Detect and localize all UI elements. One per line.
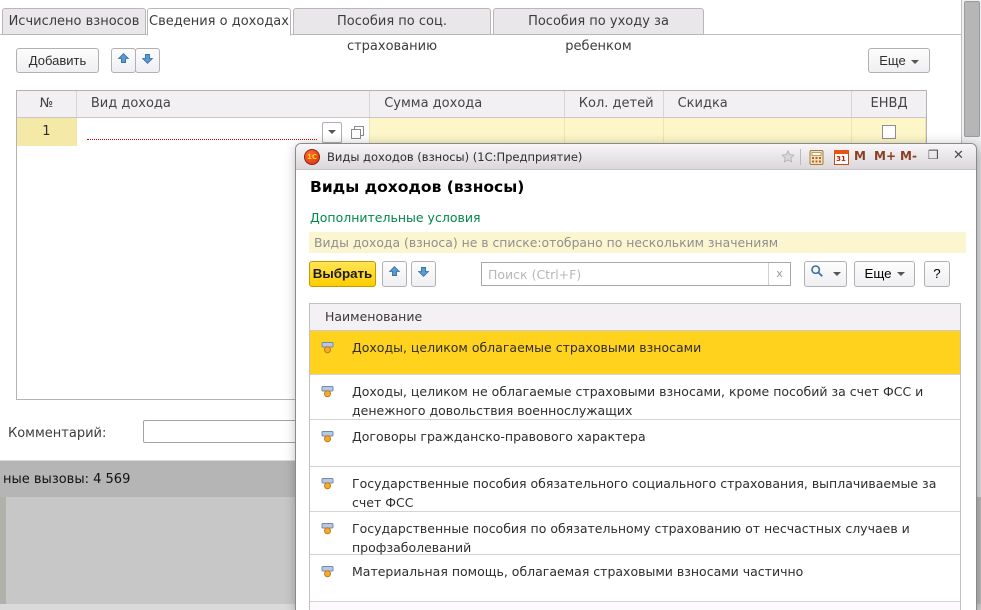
status-text: ные вызовы: 4 569 bbox=[3, 472, 130, 487]
income-table-header: № Вид дохода Сумма дохода Кол. детей Ски… bbox=[17, 91, 926, 118]
favorites-star-icon[interactable] bbox=[779, 148, 797, 166]
select-button[interactable]: Выбрать bbox=[309, 261, 376, 287]
chevron-down-icon bbox=[897, 272, 905, 276]
catalog-item-icon bbox=[321, 521, 337, 540]
memory-m-minus-button[interactable]: М- bbox=[900, 149, 917, 163]
list-item-partial bbox=[310, 602, 960, 610]
column-header-number: № bbox=[17, 91, 77, 117]
tab-ischisleno-vznosov[interactable]: Исчислено взносов bbox=[2, 8, 146, 35]
list-item-label: Доходы, целиком не облагаемые страховыми… bbox=[352, 384, 923, 418]
chevron-down-icon bbox=[328, 130, 336, 134]
income-types-list: Наименование Доходы, целиком облагаемые … bbox=[309, 303, 961, 610]
search-icon bbox=[810, 266, 828, 281]
add-button[interactable]: Добавить bbox=[16, 48, 99, 73]
move-down-button[interactable] bbox=[135, 48, 160, 73]
chevron-down-icon bbox=[911, 60, 919, 64]
envd-checkbox[interactable] bbox=[882, 125, 896, 139]
discount-cell[interactable] bbox=[664, 118, 853, 146]
list-item-label: Государственные пособия по обязательному… bbox=[352, 521, 910, 555]
list-item[interactable]: Государственные пособия обязательного со… bbox=[310, 467, 960, 512]
column-header-income-type: Вид дохода bbox=[77, 91, 370, 117]
search-options-button[interactable] bbox=[804, 261, 847, 287]
modal-more-button[interactable]: Еще bbox=[854, 261, 915, 287]
arrow-down-icon bbox=[417, 262, 430, 286]
list-item[interactable]: Договоры гражданско-правового характера bbox=[310, 420, 960, 467]
move-up-button[interactable] bbox=[111, 48, 136, 73]
open-form-icon bbox=[351, 126, 364, 139]
list-item[interactable]: Государственные пособия по обязательному… bbox=[310, 512, 960, 555]
modal-titlebar[interactable]: 1С Виды доходов (взносы) (1С:Предприятие… bbox=[296, 144, 976, 170]
tab-svedeniya-o-dokhodakh[interactable]: Сведения о доходах bbox=[147, 8, 291, 36]
modal-move-down-button[interactable] bbox=[411, 261, 436, 287]
search-input[interactable] bbox=[482, 263, 768, 285]
row-number-cell[interactable]: 1 bbox=[17, 118, 77, 146]
filter-info-bar: Виды дохода (взноса) не в списке:отобран… bbox=[309, 232, 966, 253]
arrow-down-icon bbox=[141, 49, 154, 72]
envd-cell[interactable] bbox=[852, 118, 926, 146]
list-item[interactable]: Материальная помощь, облагаемая страховы… bbox=[310, 555, 960, 602]
arrow-up-icon bbox=[388, 262, 401, 286]
modal-heading: Виды доходов (взносы) bbox=[310, 178, 524, 196]
income-sum-cell[interactable] bbox=[370, 118, 565, 146]
modal-more-label: Еще bbox=[864, 266, 891, 281]
calendar-day-label: 31 bbox=[834, 150, 849, 165]
1c-logo-icon: 1С bbox=[304, 149, 320, 165]
maximize-button[interactable]: ❒ bbox=[928, 148, 939, 162]
memory-m-button[interactable]: М bbox=[854, 149, 866, 163]
more-button[interactable]: Еще bbox=[868, 48, 930, 73]
catalog-item-icon bbox=[321, 384, 337, 403]
children-count-cell[interactable] bbox=[565, 118, 664, 146]
list-item-label: Договоры гражданско-правового характера bbox=[352, 429, 646, 444]
desktop-left-strip bbox=[0, 497, 6, 610]
list-item[interactable]: Доходы, целиком не облагаемые страховыми… bbox=[310, 375, 960, 420]
modal-title: Виды доходов (взносы) (1С:Предприятие) bbox=[327, 150, 582, 164]
list-item[interactable]: Доходы, целиком облагаемые страховыми вз… bbox=[310, 331, 960, 375]
list-item-label: Государственные пособия обязательного со… bbox=[352, 476, 936, 510]
close-button[interactable]: ✕ bbox=[953, 148, 964, 163]
column-header-envd: ЕНВД bbox=[852, 91, 926, 117]
catalog-item-icon bbox=[321, 340, 337, 359]
list-column-header: Наименование bbox=[310, 304, 960, 331]
column-header-income-sum: Сумма дохода bbox=[370, 91, 565, 117]
catalog-item-icon bbox=[321, 429, 337, 448]
column-header-discount: Скидка bbox=[664, 91, 853, 117]
arrow-up-icon bbox=[117, 49, 130, 72]
open-choice-button[interactable] bbox=[348, 123, 366, 141]
income-type-input[interactable] bbox=[87, 124, 317, 141]
column-header-children-count: Кол. детей bbox=[565, 91, 664, 117]
calculator-icon[interactable] bbox=[807, 148, 825, 166]
screen: Исчислено взносов Сведения о доходах Пос… bbox=[0, 0, 981, 610]
scrollbar-thumb[interactable] bbox=[964, 1, 980, 137]
dropdown-button[interactable] bbox=[322, 122, 342, 143]
additional-conditions-link[interactable]: Дополнительные условия bbox=[310, 210, 480, 225]
modal-move-up-button[interactable] bbox=[382, 261, 407, 287]
income-type-edit-cell[interactable] bbox=[77, 118, 370, 146]
list-item-label: Доходы, целиком облагаемые страховыми вз… bbox=[352, 340, 701, 355]
clear-search-button[interactable]: x bbox=[768, 263, 790, 285]
more-button-label: Еще bbox=[879, 53, 905, 68]
list-item-label: Материальная помощь, облагаемая страховы… bbox=[352, 564, 803, 579]
help-button[interactable]: ? bbox=[924, 261, 950, 287]
search-field[interactable]: x bbox=[481, 262, 791, 286]
tab-posobiya-soc-strakhovaniyu[interactable]: Пособия по соц. страхованию bbox=[293, 8, 491, 35]
income-types-modal: 1С Виды доходов (взносы) (1С:Предприятие… bbox=[295, 143, 977, 610]
table-row: 1 bbox=[17, 118, 926, 146]
comment-label: Комментарий: bbox=[8, 426, 106, 441]
titlebar-separator bbox=[800, 149, 801, 165]
memory-m-plus-button[interactable]: М+ bbox=[874, 149, 896, 163]
tab-posobiya-ukhodu-za-rebenkom[interactable]: Пособия по уходу за ребенком bbox=[493, 8, 704, 35]
catalog-item-icon bbox=[321, 564, 337, 583]
chevron-down-icon bbox=[833, 272, 841, 276]
catalog-item-icon bbox=[321, 476, 337, 495]
calendar-icon[interactable]: 31 bbox=[832, 148, 850, 166]
